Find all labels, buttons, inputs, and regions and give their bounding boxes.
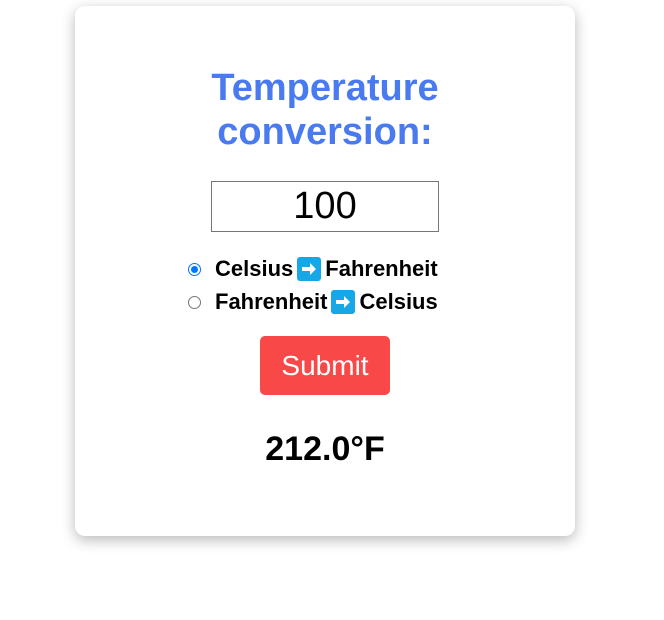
option-to-label: Celsius — [359, 289, 438, 314]
option-celsius-to-fahrenheit[interactable]: Celsius Fahrenheit — [188, 255, 438, 283]
option-from-label: Fahrenheit — [215, 289, 328, 314]
converter-card: Temperature conversion: Celsius Fahrenhe… — [75, 6, 575, 536]
option-fahrenheit-to-celsius[interactable]: Fahrenheit Celsius — [188, 288, 438, 316]
radio-fahrenheit-to-celsius[interactable] — [188, 295, 201, 309]
temperature-input[interactable] — [211, 181, 439, 232]
right-arrow-icon — [331, 290, 356, 314]
submit-button[interactable]: Submit — [260, 336, 390, 395]
option-from-label: Celsius — [215, 256, 294, 281]
conversion-result: 212.0°F — [265, 430, 385, 468]
radio-celsius-to-fahrenheit[interactable] — [188, 262, 201, 276]
right-arrow-icon — [297, 257, 322, 281]
page-title: Temperature conversion: — [211, 67, 439, 153]
option-to-label: Fahrenheit — [325, 256, 438, 281]
